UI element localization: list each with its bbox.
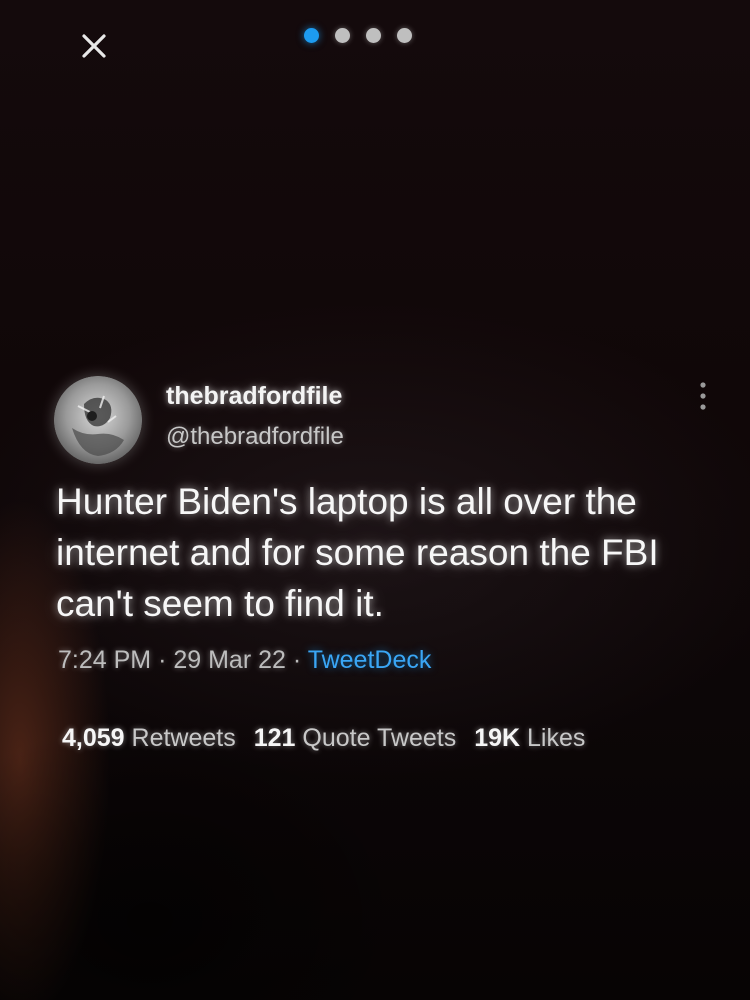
tweet-card: thebradfordfile @thebradfordfile Hunter … [52,372,722,772]
likes-label: Likes [527,724,586,752]
retweets-label: Retweets [131,724,236,752]
close-icon [82,34,106,58]
retweets-stat[interactable]: 4,059 Retweets [62,724,236,752]
user-handle[interactable]: @thebradfordfile [166,423,344,451]
likes-count: 19K [474,724,521,752]
avatar[interactable] [54,376,142,464]
tweet-meta: 7:24 PM · 29 Mar 22 · TweetDeck [58,646,431,675]
retweets-count: 4,059 [62,724,125,752]
more-options-button[interactable] [692,378,714,414]
meta-separator: · [292,646,302,674]
tweet-date[interactable]: 29 Mar 22 [173,646,286,674]
tweet-text: Hunter Biden's laptop is all over the in… [56,481,659,624]
quote-tweets-count: 121 [253,724,296,752]
quote-tweets-label: Quote Tweets [302,724,457,752]
page-dot-active[interactable] [304,28,319,43]
more-vertical-icon [700,382,706,410]
likes-stat[interactable]: 19K Likes [474,724,585,752]
page-dot[interactable] [397,28,412,43]
page-dot[interactable] [335,28,350,43]
page-dot[interactable] [366,28,381,43]
meta-separator: · [158,646,167,674]
display-name[interactable]: thebradfordfile [166,382,342,411]
tweet-time[interactable]: 7:24 PM [58,646,151,674]
page-indicator [304,28,412,43]
avatar-image [54,376,142,464]
quote-tweets-stat[interactable]: 121 Quote Tweets [254,724,456,752]
tweet-stats: 4,059 Retweets 121 Quote Tweets 19K Likes [62,724,603,753]
tweet-source-link[interactable]: TweetDeck [308,646,432,674]
tweet-detail-screen: thebradfordfile @thebradfordfile Hunter … [0,0,750,1000]
close-button[interactable] [74,26,114,66]
